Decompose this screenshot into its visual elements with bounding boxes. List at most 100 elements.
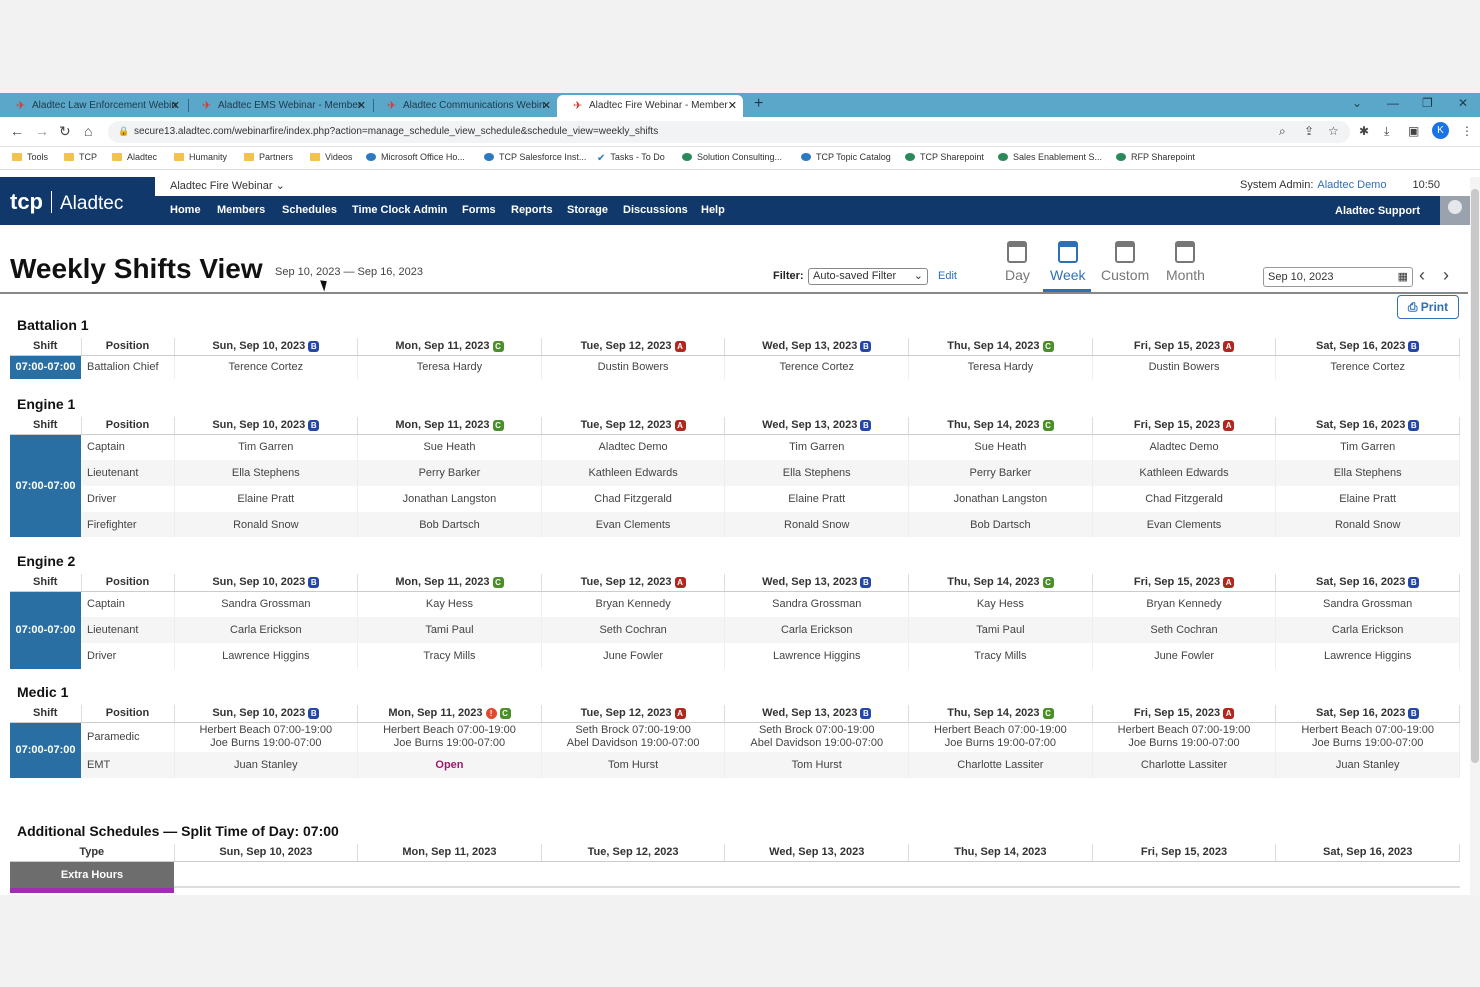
assignment-cell[interactable]: Juan Stanley xyxy=(174,752,359,778)
column-header-day[interactable]: Tue, Sep 12, 2023 A xyxy=(541,417,726,435)
assignment-cell[interactable]: Bob Dartsch xyxy=(908,512,1093,537)
column-header-day[interactable]: Sat, Sep 16, 2023 B xyxy=(1275,417,1460,435)
column-header-day[interactable]: Sun, Sep 10, 2023 B xyxy=(174,574,359,592)
column-header-day[interactable]: Fri, Sep 15, 2023 A xyxy=(1092,574,1277,592)
assignment-cell[interactable]: Chad Fitzgerald xyxy=(541,486,726,512)
menu-storage[interactable]: Storage xyxy=(567,204,608,216)
assignment-cell[interactable]: Seth Brock 07:00-19:00 Abel Davidson 19:0… xyxy=(724,722,910,752)
assignment-cell[interactable]: Ella Stephens xyxy=(1275,460,1460,486)
assignment-cell[interactable]: Dustin Bowers xyxy=(1092,355,1277,379)
restore-icon[interactable]: ❐ xyxy=(1422,96,1433,110)
assignment-cell[interactable]: Dustin Bowers xyxy=(541,355,726,379)
assignment-cell[interactable]: Elaine Pratt xyxy=(1275,486,1460,512)
assignment-cell[interactable]: Terence Cortez xyxy=(174,355,359,379)
assignment-cell[interactable]: Herbert Beach 07:00-19:00 Joe Burns 19:00… xyxy=(1092,722,1277,752)
bookmark-item[interactable]: Videos xyxy=(310,152,352,162)
assignment-cell[interactable]: Seth Cochran xyxy=(1092,617,1277,643)
user-avatar[interactable] xyxy=(1440,196,1470,225)
close-tab-icon[interactable]: ✕ xyxy=(357,99,366,112)
bookmark-item[interactable]: TCP Topic Catalog xyxy=(801,152,891,162)
assignment-cell[interactable]: Bryan Kennedy xyxy=(541,591,726,617)
download-icon[interactable]: ⤓ xyxy=(1384,124,1389,139)
menu-discussions[interactable]: Discussions xyxy=(623,204,688,216)
tab-search-icon[interactable]: ⌄ xyxy=(1352,96,1362,110)
scrollbar-thumb[interactable] xyxy=(1471,189,1479,763)
assignment-cell[interactable]: Seth Cochran xyxy=(541,617,726,643)
assignment-cell[interactable]: Kay Hess xyxy=(357,591,542,617)
column-header-day[interactable]: Mon, Sep 11, 2023 C xyxy=(357,417,542,435)
assignment-cell[interactable]: Herbert Beach 07:00-19:00 Joe Burns 19:00… xyxy=(357,722,542,752)
minimize-icon[interactable]: — xyxy=(1387,96,1399,110)
assignment-cell[interactable]: Evan Clements xyxy=(1092,512,1277,537)
column-header-day[interactable]: Fri, Sep 15, 2023 A xyxy=(1092,417,1277,435)
column-header-day[interactable]: Sun, Sep 10, 2023 B xyxy=(174,705,359,723)
assignment-cell[interactable]: Tim Garren xyxy=(724,434,910,460)
assignment-cell[interactable]: Carla Erickson xyxy=(724,617,910,643)
column-header-day[interactable]: Mon, Sep 11, 2023 C xyxy=(357,338,542,356)
assignment-cell[interactable]: Terence Cortez xyxy=(724,355,910,379)
view-week-button[interactable]: Week xyxy=(1050,241,1086,283)
shift-time[interactable]: 07:00-07:00 xyxy=(10,355,81,379)
assignment-cell[interactable]: Sandra Grossman xyxy=(724,591,910,617)
assignment-cell[interactable]: Ronald Snow xyxy=(1275,512,1460,537)
bookmark-item[interactable]: Microsoft Office Ho... xyxy=(366,152,465,162)
assignment-cell[interactable]: Teresa Hardy xyxy=(357,355,542,379)
assignment-cell[interactable]: Tracy Mills xyxy=(357,643,542,669)
extensions-icon[interactable]: ✱ xyxy=(1359,124,1369,138)
back-icon[interactable]: ← xyxy=(10,123,24,139)
column-header-day[interactable]: Mon, Sep 11, 2023! C xyxy=(357,705,542,723)
forward-icon[interactable]: → xyxy=(35,123,49,139)
browser-tab[interactable]: ✈ Aladtec Law Enforcement Webin ✕ xyxy=(0,95,186,117)
assignment-cell[interactable]: Ella Stephens xyxy=(724,460,910,486)
assignment-cell[interactable]: Jonathan Langston xyxy=(357,486,542,512)
zoom-icon[interactable]: ⌕ xyxy=(1279,124,1286,139)
assignment-cell[interactable]: Lawrence Higgins xyxy=(1275,643,1460,669)
column-header-day[interactable]: Wed, Sep 13, 2023 B xyxy=(724,574,910,592)
vertical-scrollbar[interactable] xyxy=(1470,177,1480,895)
column-header-day[interactable]: Fri, Sep 15, 2023 A xyxy=(1092,705,1277,723)
assignment-cell[interactable]: Seth Brock 07:00-19:00 Abel Davidson 19:0… xyxy=(541,722,726,752)
close-tab-icon[interactable]: ✕ xyxy=(728,99,737,112)
assignment-cell[interactable]: Juan Stanley xyxy=(1275,752,1460,778)
column-header-day[interactable]: Tue, Sep 12, 2023 A xyxy=(541,574,726,592)
aladtec-logo[interactable]: tcp Aladtec xyxy=(0,177,155,225)
assignment-cell[interactable]: Sandra Grossman xyxy=(174,591,359,617)
assignment-cell[interactable]: Tami Paul xyxy=(908,617,1093,643)
menu-time-clock-admin[interactable]: Time Clock Admin xyxy=(352,204,447,216)
assignment-cell[interactable]: Carla Erickson xyxy=(174,617,359,643)
column-header-day[interactable]: Fri, Sep 15, 2023 A xyxy=(1092,338,1277,356)
assignment-cell[interactable]: Jonathan Langston xyxy=(908,486,1093,512)
menu-help[interactable]: Help xyxy=(701,204,725,216)
assignment-cell[interactable]: Bryan Kennedy xyxy=(1092,591,1277,617)
bookmark-item[interactable]: TCP Sharepoint xyxy=(905,152,984,162)
assignment-cell[interactable]: Herbert Beach 07:00-19:00 Joe Burns 19:00… xyxy=(174,722,359,752)
assignment-cell[interactable]: Tracy Mills xyxy=(908,643,1093,669)
assignment-cell[interactable]: Charlotte Lassiter xyxy=(1092,752,1277,778)
assignment-cell[interactable]: Tim Garren xyxy=(174,434,359,460)
assignment-cell[interactable]: Sue Heath xyxy=(357,434,542,460)
bookmark-item[interactable]: TCP Salesforce Inst... xyxy=(484,152,586,162)
support-link[interactable]: Aladtec Support xyxy=(1335,205,1420,217)
bookmark-item[interactable]: Aladtec xyxy=(112,152,157,162)
column-header-day[interactable]: Tue, Sep 12, 2023 A xyxy=(541,705,726,723)
assignment-cell[interactable]: Charlotte Lassiter xyxy=(908,752,1093,778)
assignment-cell[interactable]: June Fowler xyxy=(1092,643,1277,669)
assignment-cell[interactable]: Carla Erickson xyxy=(1275,617,1460,643)
view-custom-button[interactable]: Custom xyxy=(1101,241,1149,283)
bookmark-item[interactable]: Solution Consulting... xyxy=(682,152,782,162)
assignment-cell[interactable]: Ronald Snow xyxy=(724,512,910,537)
extra-hours-row[interactable]: Extra Hours xyxy=(10,862,174,888)
bookmark-item[interactable]: Tools xyxy=(12,152,48,162)
assignment-cell[interactable]: Perry Barker xyxy=(357,460,542,486)
menu-reports[interactable]: Reports xyxy=(511,204,553,216)
assignment-cell[interactable]: Tom Hurst xyxy=(541,752,726,778)
prev-week-icon[interactable]: ‹ xyxy=(1419,265,1425,286)
sidepanel-icon[interactable]: ▣ xyxy=(1408,124,1419,138)
column-header-day[interactable]: Thu, Sep 14, 2023 C xyxy=(908,705,1093,723)
column-header-day[interactable]: Wed, Sep 13, 2023 B xyxy=(724,338,910,356)
assignment-cell[interactable]: Perry Barker xyxy=(908,460,1093,486)
column-header-day[interactable]: Thu, Sep 14, 2023 C xyxy=(908,574,1093,592)
url-input[interactable]: 🔒 secure13.aladtec.com/webinarfire/index.… xyxy=(108,121,1350,143)
assignment-cell[interactable]: Terence Cortez xyxy=(1275,355,1460,379)
assignment-cell[interactable]: Lawrence Higgins xyxy=(174,643,359,669)
